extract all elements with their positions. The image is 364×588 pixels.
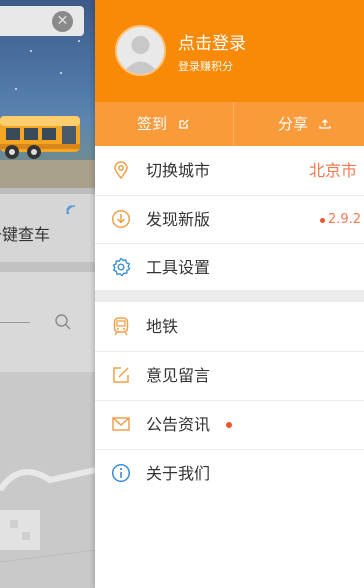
- menu-item-about[interactable]: 关于我们: [95, 449, 364, 498]
- info-icon: [111, 463, 131, 483]
- share-label: 分享: [278, 115, 309, 133]
- edit-square-icon: [179, 119, 189, 129]
- bus-illustration: [0, 116, 80, 159]
- clear-icon[interactable]: ✕: [52, 11, 73, 32]
- menu-item-label: 公告资讯: [146, 415, 211, 434]
- menu-item-label: 关于我们: [146, 464, 211, 483]
- menu-item-label: 意见留言: [146, 366, 211, 385]
- edit-icon: [113, 367, 129, 383]
- search-icon[interactable]: [54, 313, 72, 331]
- envelope-icon: [112, 417, 130, 431]
- user-icon: [122, 36, 159, 74]
- menu-item-switch-city[interactable]: 切换城市 北京市: [95, 146, 364, 195]
- gear-icon: [112, 257, 131, 277]
- input-underline: [0, 322, 30, 323]
- menu-item-label: 工具设置: [146, 258, 211, 277]
- side-drawer: 点击登录 登录赚积分 签到 分享 切换城市 北京市 发现新版 2.9.2 工具设…: [95, 0, 364, 588]
- action-divider: [233, 102, 234, 146]
- menu-item-new-version[interactable]: 发现新版 2.9.2: [95, 195, 364, 244]
- location-pin-icon: [114, 161, 128, 180]
- menu-item-label: 地铁: [146, 317, 179, 336]
- current-city: 北京市: [309, 161, 358, 180]
- signal-icon: [66, 205, 76, 215]
- login-subtitle: 登录赚积分: [178, 60, 233, 73]
- login-title[interactable]: 点击登录: [178, 29, 246, 54]
- menu-item-feedback[interactable]: 意见留言: [95, 351, 364, 400]
- city-illustration: [0, 467, 95, 563]
- notice-badge-dot: [226, 422, 232, 428]
- avatar[interactable]: [115, 25, 166, 76]
- menu-item-label: 发现新版: [146, 210, 211, 229]
- download-circle-icon: [111, 209, 131, 229]
- background-app: ✕ 一键查车: [0, 0, 95, 588]
- road-strip: [0, 160, 95, 188]
- version-number: 2.9.2: [328, 212, 362, 227]
- share-button[interactable]: 分享: [278, 102, 331, 146]
- section-gap: [95, 290, 364, 302]
- section-divider: [0, 262, 95, 272]
- sign-in-button[interactable]: 签到: [137, 102, 190, 146]
- profile-header[interactable]: 点击登录 登录赚积分: [95, 0, 364, 102]
- menu-item-label: 切换城市: [146, 161, 211, 180]
- menu-item-settings[interactable]: 工具设置: [95, 243, 364, 292]
- sign-in-label: 签到: [137, 115, 168, 133]
- quick-search-label: 一键查车: [0, 225, 51, 244]
- share-icon: [319, 119, 331, 129]
- menu-item-announcements[interactable]: 公告资讯: [95, 400, 364, 449]
- subway-icon: [113, 317, 129, 336]
- action-bar: 签到 分享: [95, 102, 364, 146]
- update-badge-dot: [320, 218, 325, 223]
- menu-item-subway[interactable]: 地铁: [95, 302, 364, 351]
